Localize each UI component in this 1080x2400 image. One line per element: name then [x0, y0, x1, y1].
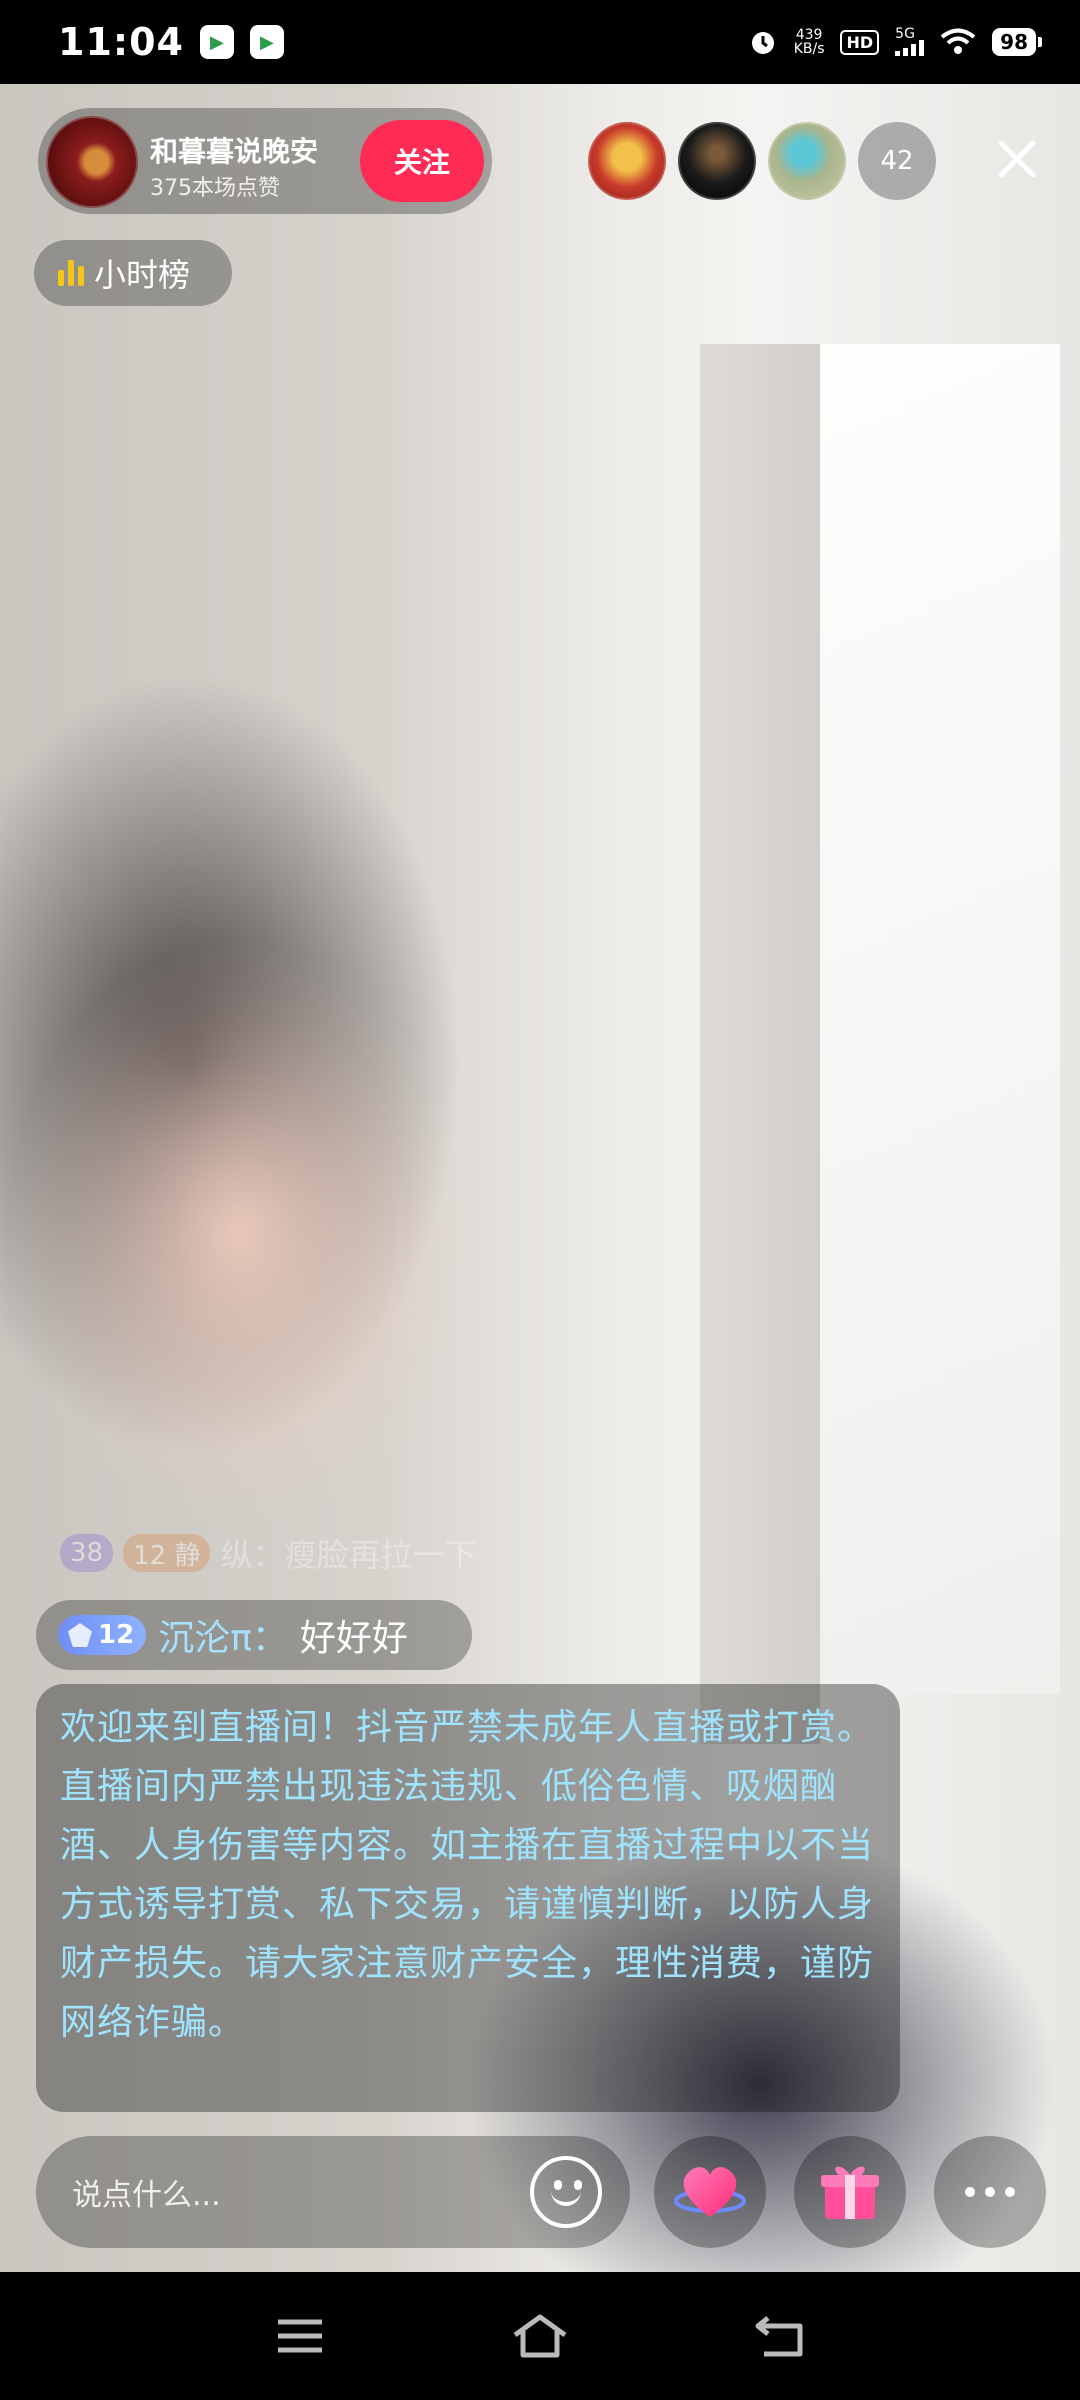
nav-home-button[interactable] — [510, 2306, 570, 2366]
like-button[interactable] — [654, 2136, 766, 2248]
status-right: 439 KB/s HD 5G 98 — [748, 26, 1042, 57]
anchor-avatar[interactable] — [46, 116, 138, 208]
status-bar: 11:04 ▶ ▶ 439 KB/s HD 5G 98 — [0, 0, 1080, 84]
fan-club-badge: 12 静 — [123, 1534, 211, 1572]
menu-icon — [278, 2319, 322, 2353]
emoji-button[interactable] — [530, 2156, 602, 2228]
close-button[interactable] — [982, 124, 1052, 194]
net-speed: 439 KB/s — [794, 28, 825, 56]
more-icon — [965, 2187, 1015, 2197]
nav-menu-button[interactable] — [270, 2306, 330, 2366]
heart-icon — [674, 2167, 746, 2217]
chat-comment[interactable]: 12 沉沦π： 好好好 — [36, 1600, 472, 1670]
home-icon — [513, 2314, 567, 2358]
system-nav-bar — [0, 2272, 1080, 2400]
system-notice: 欢迎来到直播间！抖音严禁未成年人直播或打赏。直播间内严禁出现违法违规、低俗色情、… — [36, 1684, 900, 2112]
viewer-avatar[interactable] — [588, 122, 666, 200]
anchor-likes: 375本场点赞 — [150, 176, 280, 201]
gift-icon — [821, 2166, 879, 2219]
gift-button[interactable] — [794, 2136, 906, 2248]
faded-comment-text: 纵：瘦脸再拉一下 — [220, 1536, 477, 1574]
ranking-bars-icon — [58, 260, 84, 286]
net-speed-value: 439 — [795, 27, 823, 43]
more-button[interactable] — [934, 2136, 1046, 2248]
close-icon — [998, 140, 1036, 178]
fan-level-badge: 38 — [60, 1534, 114, 1572]
nav-back-button[interactable] — [750, 2306, 810, 2366]
window-glass — [820, 344, 1060, 1694]
status-left: 11:04 ▶ ▶ — [58, 20, 284, 64]
cellular-signal-icon: 5G — [895, 26, 925, 56]
gem-icon — [68, 1623, 92, 1647]
viewer-avatar[interactable] — [678, 122, 756, 200]
comment-text: 好好好 — [299, 1618, 408, 1659]
ranking-label: 小时榜 — [94, 256, 191, 294]
alarm-icon — [751, 32, 774, 54]
user-level-badge: 12 — [58, 1615, 147, 1655]
status-time: 11:04 — [58, 20, 184, 64]
notification-app-icon: ▶ — [199, 25, 234, 59]
wifi-icon — [940, 28, 976, 54]
anchor-name[interactable]: 和暮暮说晚安 — [150, 130, 318, 170]
emoji-icon-mouth — [551, 2188, 581, 2206]
follow-button[interactable]: 关注 — [360, 120, 484, 202]
viewer-count-button[interactable]: 42 — [858, 122, 936, 200]
window-frame — [700, 344, 820, 1744]
comment-username[interactable]: 沉沦π： — [158, 1609, 288, 1661]
net-speed-unit: KB/s — [793, 41, 825, 57]
viewer-avatar[interactable] — [768, 122, 846, 200]
hd-badge: HD — [840, 29, 880, 55]
notification-app-icon-2: ▶ — [249, 25, 284, 59]
network-type: 5G — [895, 26, 915, 42]
comment-input-placeholder: 说点什么... — [72, 2178, 221, 2213]
faded-comment: 38 12 静 纵：瘦脸再拉一下 — [60, 1528, 476, 1578]
hourly-ranking-button[interactable]: 小时榜 — [34, 240, 232, 306]
battery-icon: 98 — [992, 28, 1042, 56]
back-icon — [755, 2316, 803, 2357]
user-level: 12 — [98, 1620, 135, 1650]
